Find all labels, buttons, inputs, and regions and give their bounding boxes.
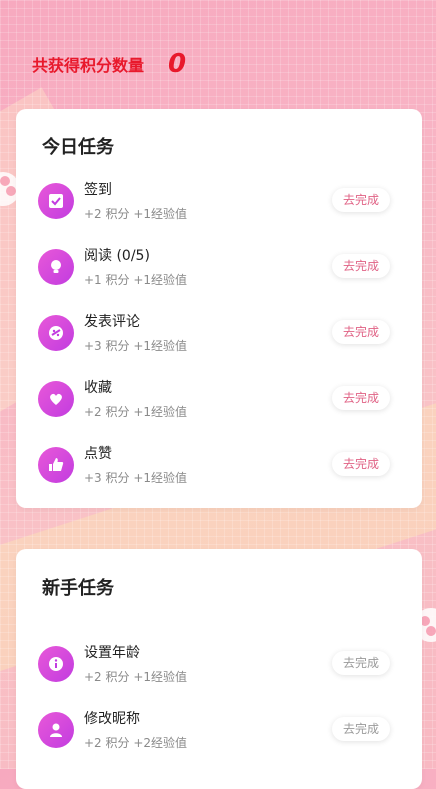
task-row-comment: 发表评论 +3 积分 +1经验值 去完成 <box>36 311 406 359</box>
heart-icon <box>38 381 74 417</box>
task-row-set-age: 设置年龄 +2 积分 +1经验值 去完成 <box>36 642 406 690</box>
task-row-like: 点赞 +3 积分 +1经验值 去完成 <box>36 443 406 491</box>
newbie-tasks-title: 新手任务 <box>42 578 114 599</box>
newbie-tasks-card: 新手任务 设置年龄 +2 积分 +1经验值 去完成 修改昵称 +2 积分 +2经… <box>16 549 422 789</box>
task-reward: +2 积分 +1经验值 <box>84 405 188 419</box>
task-reward: +1 积分 +1经验值 <box>84 273 188 287</box>
task-row-favorite: 收藏 +2 积分 +1经验值 去完成 <box>36 377 406 425</box>
daily-tasks-card: 今日任务 签到 +2 积分 +1经验值 去完成 阅读 (0/5) +1 积分 +… <box>16 109 422 508</box>
go-complete-button[interactable]: 去完成 <box>332 651 390 675</box>
go-complete-button[interactable]: 去完成 <box>332 452 390 476</box>
task-name: 阅读 (0/5) <box>84 248 150 264</box>
checkbox-icon <box>38 183 74 219</box>
task-name: 点赞 <box>84 446 112 462</box>
points-summary: 共获得积分数量 0 <box>32 50 186 78</box>
thumbs-up-icon <box>38 447 74 483</box>
task-name: 发表评论 <box>84 314 140 330</box>
task-reward: +2 积分 +1经验值 <box>84 207 188 221</box>
task-row-change-nickname: 修改昵称 +2 积分 +2经验值 去完成 <box>36 708 406 756</box>
go-complete-button[interactable]: 去完成 <box>332 386 390 410</box>
go-complete-button[interactable]: 去完成 <box>332 717 390 741</box>
task-row-read: 阅读 (0/5) +1 积分 +1经验值 去完成 <box>36 245 406 293</box>
points-label: 共获得积分数量 <box>32 56 145 75</box>
task-name: 收藏 <box>84 380 112 396</box>
go-complete-button[interactable]: 去完成 <box>332 320 390 344</box>
go-complete-button[interactable]: 去完成 <box>332 188 390 212</box>
comment-icon <box>38 315 74 351</box>
go-complete-button[interactable]: 去完成 <box>332 254 390 278</box>
task-name: 修改昵称 <box>84 711 140 727</box>
info-icon <box>38 646 74 682</box>
task-name: 签到 <box>84 182 112 198</box>
task-reward: +2 积分 +2经验值 <box>84 736 188 750</box>
points-value: 0 <box>168 49 187 79</box>
task-row-checkin: 签到 +2 积分 +1经验值 去完成 <box>36 179 406 227</box>
task-name: 设置年龄 <box>84 645 140 661</box>
user-icon <box>38 712 74 748</box>
task-reward: +3 积分 +1经验值 <box>84 339 188 353</box>
bulb-icon <box>38 249 74 285</box>
task-reward: +3 积分 +1经验值 <box>84 471 188 485</box>
daily-tasks-title: 今日任务 <box>42 137 114 158</box>
task-reward: +2 积分 +1经验值 <box>84 670 188 684</box>
